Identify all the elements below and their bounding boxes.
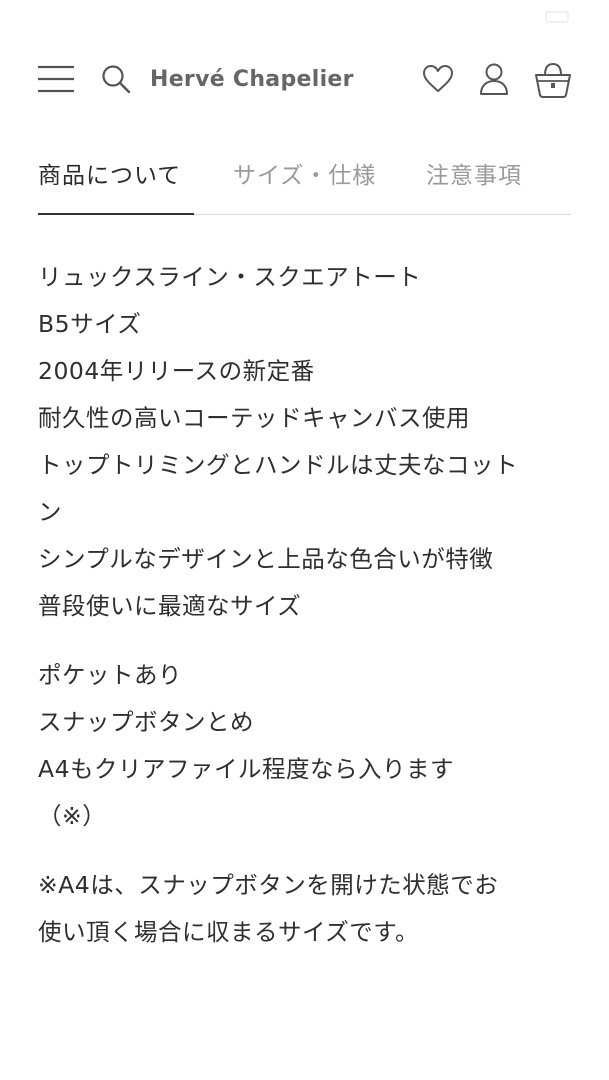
- spec-line: スナップボタンとめ: [38, 708, 254, 736]
- battery-icon: [545, 11, 569, 23]
- menu-icon[interactable]: [36, 64, 76, 94]
- spec-line: ポケットあり: [38, 661, 182, 689]
- tab-about[interactable]: 商品について: [38, 145, 194, 213]
- status-bar: [0, 0, 609, 34]
- note-line: 使い頂く場合に収まるサイズです。: [38, 918, 419, 946]
- product-description: リュックスライン・スクエアトート B5サイズ 2004年リリースの新定番 耐久性…: [38, 254, 573, 956]
- feature-line: シンプルなデザインと上品な色合いが特徴: [38, 545, 494, 573]
- note-line: ※A4は、スナップボタンを開けた状態でお: [38, 871, 499, 899]
- spec-line: （※）: [38, 802, 107, 830]
- bag-icon[interactable]: [533, 61, 573, 99]
- status-right: [545, 11, 569, 23]
- feature-line: 普段使いに最適なサイズ: [38, 592, 302, 620]
- heart-icon[interactable]: [421, 62, 455, 96]
- tab-size-specs[interactable]: サイズ・仕様: [233, 145, 393, 213]
- user-icon[interactable]: [476, 61, 512, 97]
- product-tabs: 商品について サイズ・仕様 注意事項: [38, 145, 571, 215]
- active-tab-indicator: [38, 213, 194, 215]
- feature-line: 耐久性の高いコーテッドキャンバス使用: [38, 404, 470, 432]
- tab-notes[interactable]: 注意事項: [426, 145, 566, 213]
- brand-logo[interactable]: Hervé Chapelier: [150, 60, 354, 100]
- feature-line: リュックスライン・スクエアトート: [38, 263, 422, 291]
- feature-line: ン: [38, 498, 62, 526]
- spec-line: A4もクリアファイル程度なら入ります: [38, 755, 455, 783]
- feature-line: 2004年リリースの新定番: [38, 357, 315, 385]
- site-header: Hervé Chapelier: [0, 50, 609, 110]
- feature-line: トップトリミングとハンドルは丈夫なコット: [38, 451, 518, 479]
- feature-line: B5サイズ: [38, 310, 142, 338]
- search-icon[interactable]: [100, 63, 132, 95]
